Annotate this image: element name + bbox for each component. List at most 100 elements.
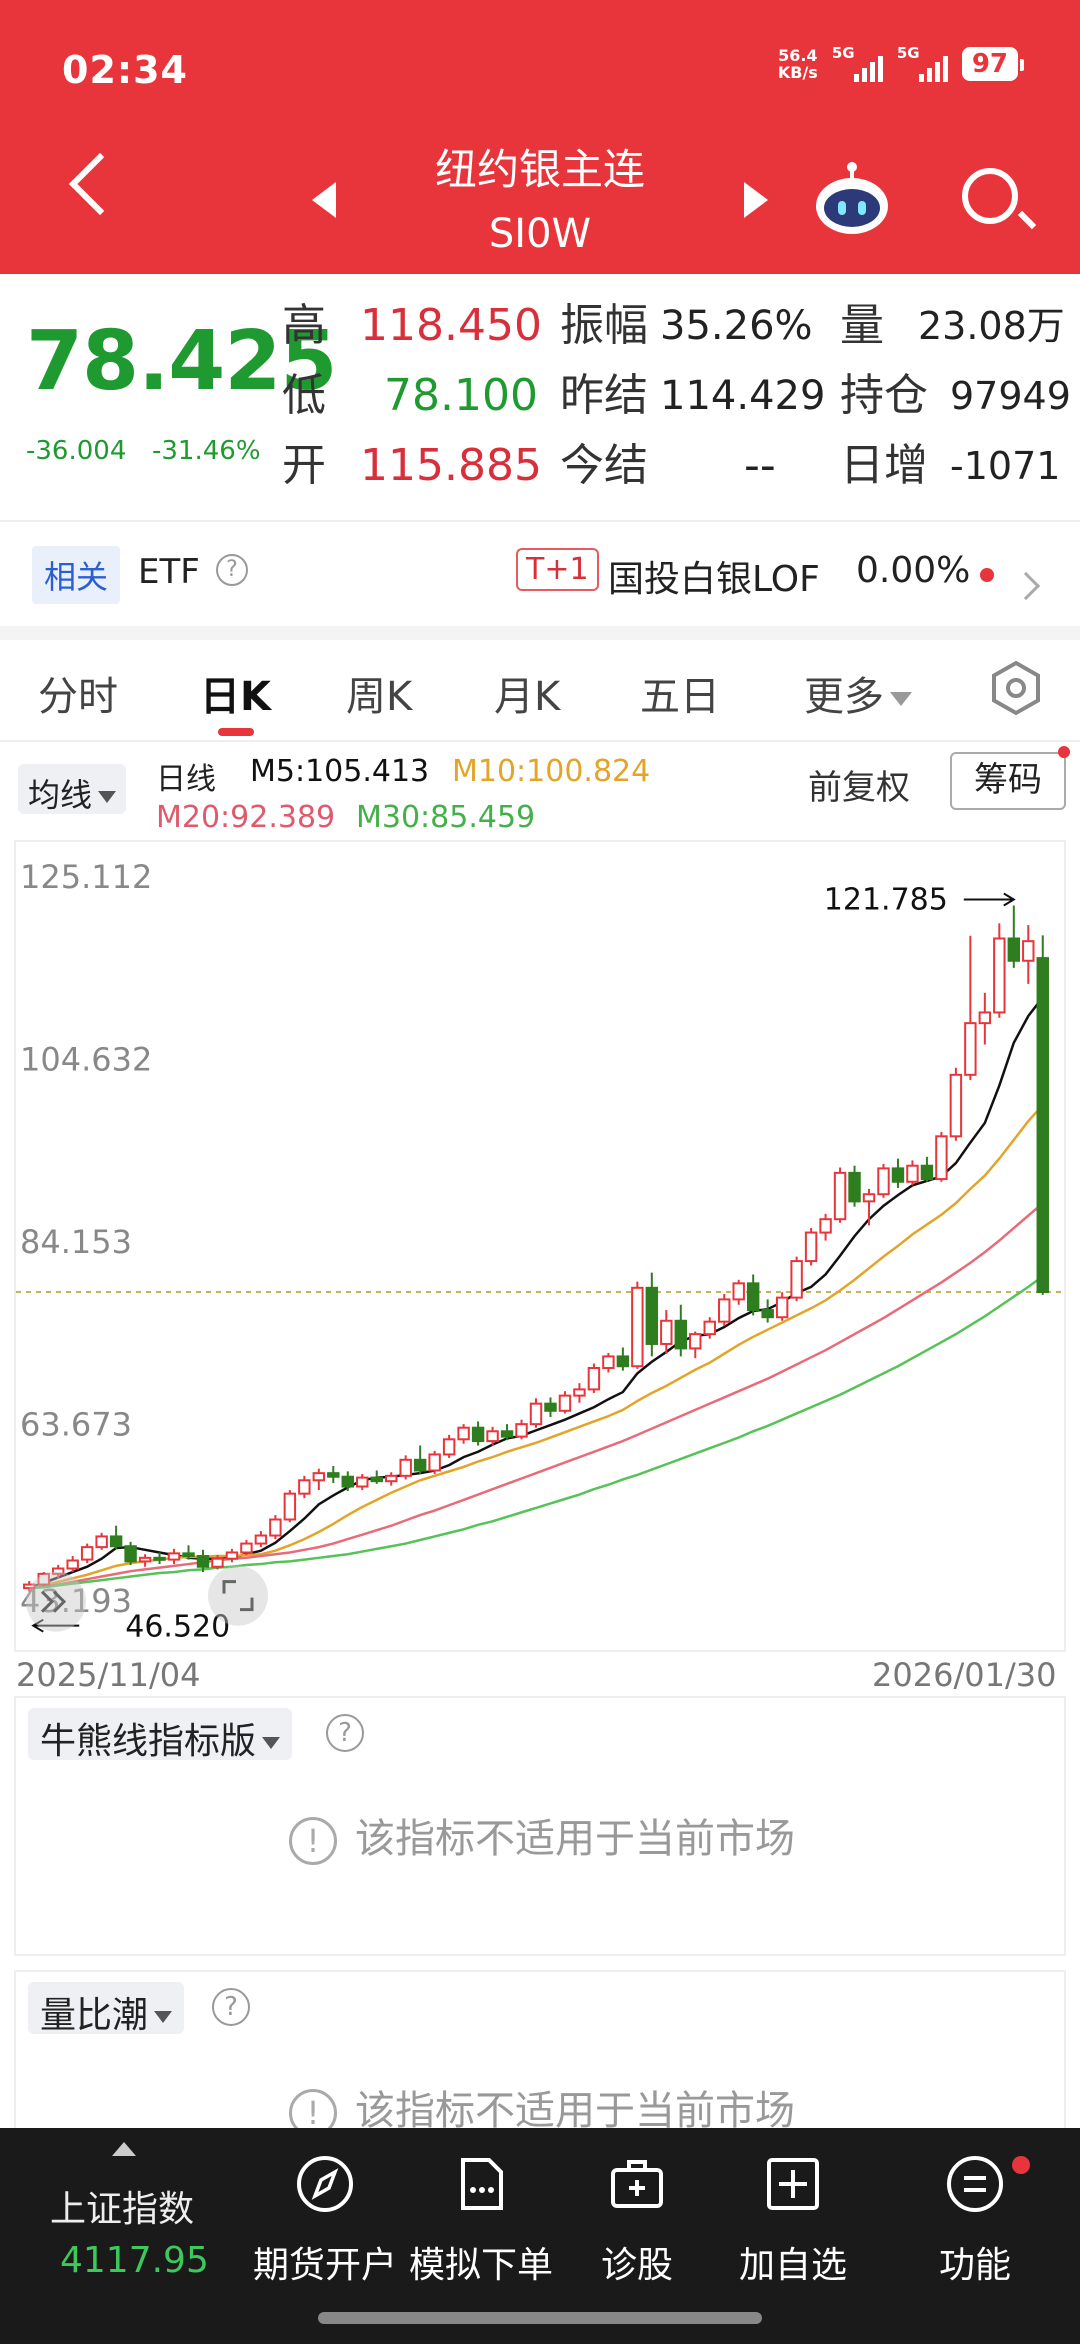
nav-functions[interactable]: 功能 [890, 2154, 1060, 2288]
ma-line-m30 [29, 1275, 1044, 1590]
indicator-selector[interactable]: 量比潮 [28, 1982, 185, 2036]
document-icon [461, 2158, 503, 2210]
help-icon[interactable]: ? [212, 1988, 250, 2026]
tab-daily-k[interactable]: 日K [200, 664, 271, 722]
candle-up [167, 1552, 181, 1561]
candle-up [384, 1474, 398, 1483]
candle-up [298, 1479, 311, 1495]
signal-icon: 5G [897, 44, 948, 82]
candle-up [833, 1171, 847, 1221]
chip-button[interactable]: 筹码 [950, 752, 1066, 810]
tab-five-day[interactable]: 五日 [640, 664, 720, 722]
candle-down [1036, 957, 1049, 1294]
candle-down [848, 1171, 861, 1203]
ma10-legend: M10:100.824 [452, 754, 651, 789]
candle-up [356, 1476, 369, 1488]
tab-more[interactable]: 更多 [804, 664, 912, 722]
help-icon[interactable]: ? [326, 1714, 364, 1752]
candle-up [138, 1556, 152, 1563]
expand-up-icon[interactable] [112, 2142, 136, 2156]
nav-open-futures-account[interactable]: 期货开户 [240, 2154, 410, 2288]
chevron-right-icon[interactable] [1011, 571, 1041, 601]
ma5-legend: M5:105.413 [250, 754, 430, 789]
back-icon[interactable] [68, 152, 132, 216]
menu-circle-icon [947, 2156, 1003, 2212]
indicator-selector[interactable]: 牛熊线指标版 [28, 1708, 293, 1762]
candle-up [428, 1453, 441, 1472]
collapse-button[interactable] [26, 1571, 86, 1632]
nav-stock-diagnosis[interactable]: 诊股 [552, 2154, 722, 2288]
candle-up [602, 1355, 615, 1370]
candle-up [993, 937, 1006, 1014]
candle-down [327, 1472, 340, 1478]
index-value[interactable]: 4117.95 [60, 2240, 209, 2281]
caret-down-icon [262, 1737, 281, 1749]
index-name[interactable]: 上证指数 [50, 2180, 194, 2232]
candle-down [182, 1552, 195, 1558]
daily-change-label: 日增 [840, 440, 928, 491]
page-title: 纽约银主连 [434, 145, 645, 194]
prev-icon[interactable] [312, 182, 336, 218]
related-etf-row[interactable]: 相关 ETF ? T+1 国投白银LOF 0.00% [0, 522, 1080, 626]
red-dot-icon [1058, 746, 1070, 758]
candle-up [399, 1458, 412, 1477]
candle-down [674, 1319, 688, 1350]
candle-down [645, 1286, 659, 1345]
red-dot-icon [980, 568, 994, 582]
help-icon[interactable]: ? [216, 554, 248, 586]
fullscreen-button[interactable] [208, 1565, 268, 1626]
candle-up [862, 1193, 876, 1203]
candle-up [819, 1218, 832, 1234]
add-square-icon [767, 2158, 819, 2210]
min-price-label: 46.520 [125, 1610, 230, 1645]
low-value: 78.100 [384, 370, 538, 421]
divider [0, 740, 1080, 742]
section-gap [0, 626, 1080, 640]
candle-down [341, 1475, 354, 1488]
candle-up [689, 1333, 702, 1350]
fund-change-pct: 0.00% [856, 550, 971, 591]
price-adjust-label[interactable]: 前复权 [808, 760, 910, 809]
candle-up [964, 1022, 977, 1076]
tab-weekly-k[interactable]: 周K [346, 664, 412, 722]
max-price-label: 121.785 [824, 883, 948, 918]
robot-icon[interactable] [812, 160, 892, 240]
kline-svg[interactable]: 125.112104.63284.15363.67343.193121.7854… [16, 842, 1064, 1650]
next-icon[interactable] [744, 182, 768, 218]
amplitude-value: 35.26% [660, 303, 813, 349]
kline-chart[interactable]: 125.112104.63284.15363.67343.193121.7854… [14, 840, 1066, 1652]
tab-intraday[interactable]: 分时 [38, 664, 118, 722]
candle-up [486, 1430, 499, 1443]
candle-up [457, 1426, 470, 1441]
nav-add-watchlist[interactable]: 加自选 [708, 2154, 878, 2288]
red-dot-icon [1012, 2156, 1030, 2174]
daily-change-value: -1071 [950, 444, 1061, 488]
settle-value: -- [744, 440, 776, 491]
related-tag: 相关 [32, 546, 121, 604]
ma-selector[interactable]: 均线 [18, 764, 127, 814]
tab-monthly-k[interactable]: 月K [494, 664, 560, 722]
volume-label: 量 [840, 300, 884, 351]
candle-up [529, 1402, 543, 1426]
candle-up [515, 1423, 528, 1438]
candle-up [906, 1164, 919, 1183]
candle-down [746, 1282, 760, 1312]
y-axis-label: 84.153 [20, 1223, 132, 1261]
ma-line-m20 [29, 1202, 1044, 1590]
etf-label: ETF [138, 552, 200, 592]
candle-up [283, 1492, 297, 1521]
candle-up [254, 1534, 268, 1545]
search-icon[interactable] [962, 168, 1018, 224]
settle-label: 今结 [560, 440, 648, 491]
high-value: 118.450 [360, 300, 542, 351]
candle-down [196, 1555, 210, 1568]
period-label: 日线 [156, 762, 216, 797]
medical-kit-icon [611, 2160, 663, 2208]
nav-simulated-order[interactable]: 模拟下单 [396, 2154, 566, 2288]
fund-name[interactable]: 国投白银LOF [608, 550, 820, 602]
not-applicable-notice: ! 该指标不适用于当前市场 [16, 1806, 1068, 1865]
settings-hexagon-icon[interactable] [988, 660, 1044, 716]
candle-up [732, 1282, 745, 1301]
candle-up [573, 1388, 586, 1397]
network-speed: 56.4 KB/s [777, 46, 818, 82]
